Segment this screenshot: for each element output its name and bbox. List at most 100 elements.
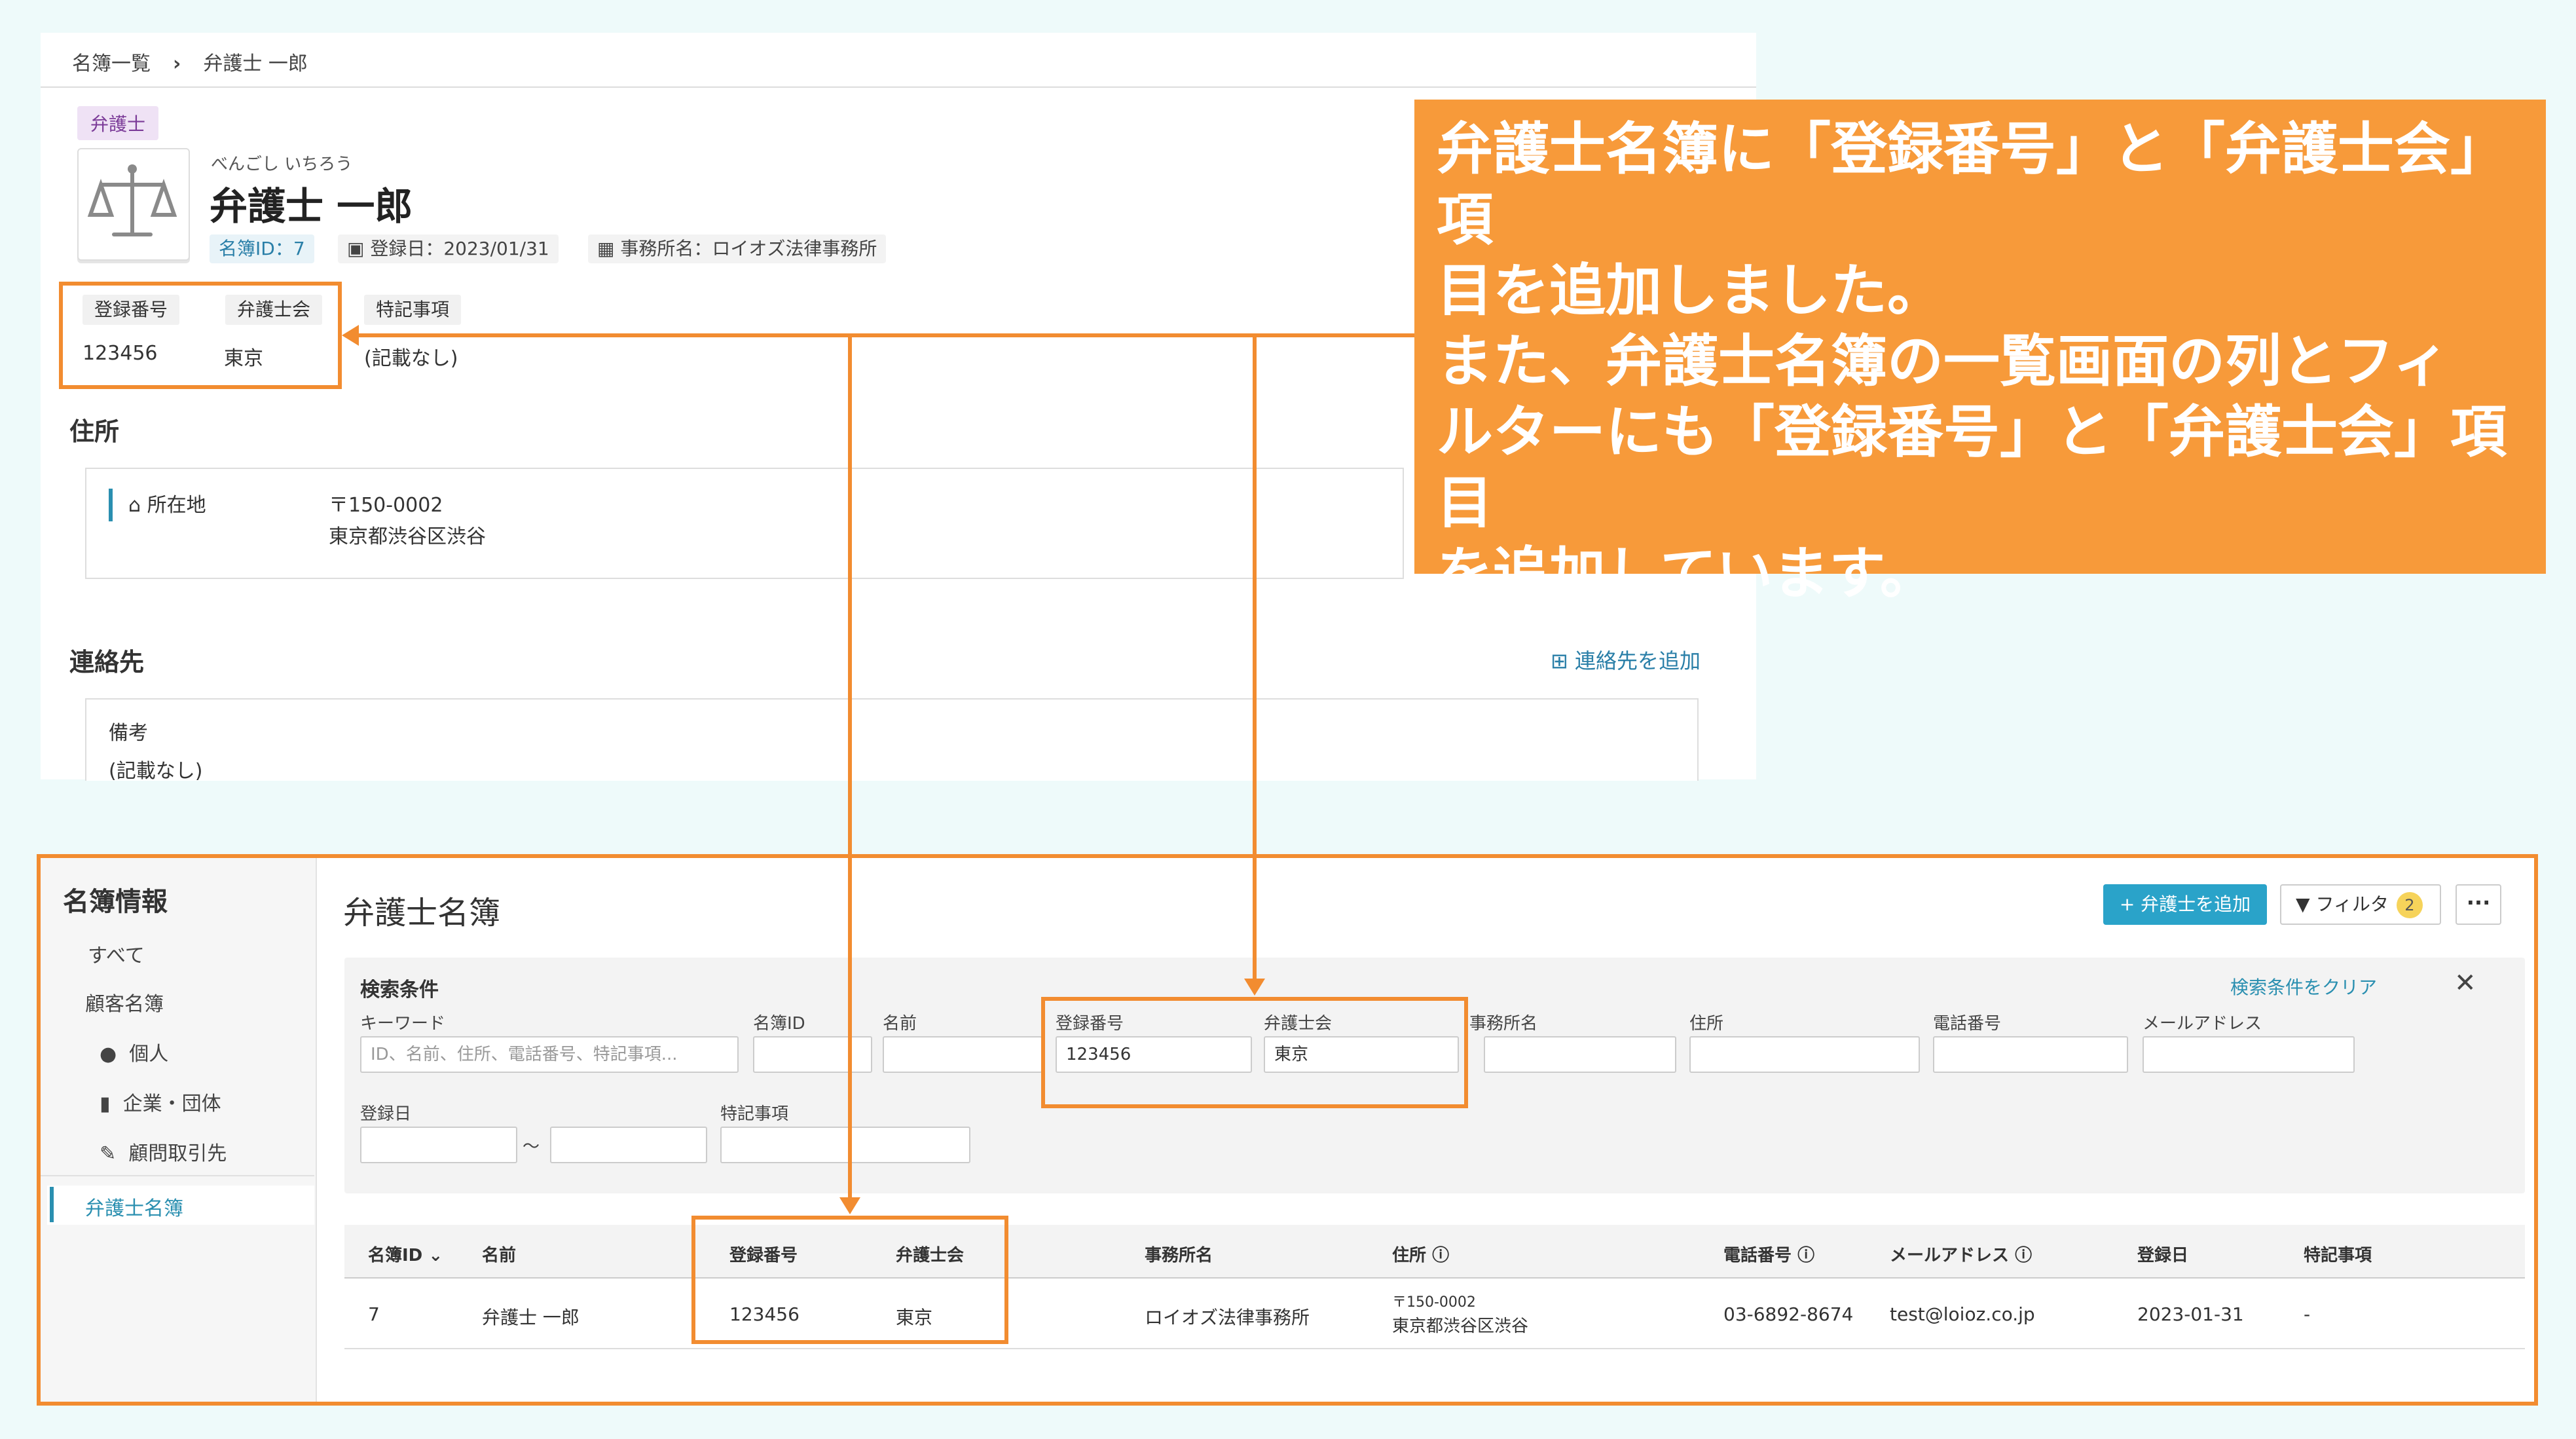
- address-filter-label: 住所: [1689, 1014, 1724, 1034]
- sidebar-divider: [41, 1175, 314, 1176]
- col-id-label: 名簿ID: [368, 1246, 423, 1265]
- sidebar-item-advisory-label: 顧問取引先: [128, 1142, 227, 1165]
- add-contact-label: 連絡先を追加: [1574, 648, 1701, 673]
- name-filter-label: 名前: [883, 1014, 917, 1034]
- id-chip: 名簿ID：7: [210, 234, 314, 263]
- col-id[interactable]: 名簿ID ⌄: [368, 1242, 443, 1266]
- col-email[interactable]: メールアドレス ⓘ: [1890, 1242, 2032, 1266]
- calendar-icon: ▣: [347, 238, 371, 259]
- phone-filter-label: 電話番号: [1933, 1014, 2002, 1034]
- row-divider: [344, 1348, 2525, 1349]
- row-phone: 03-6892-8674: [1723, 1303, 1854, 1325]
- sidebar-item-individual-label: 個人: [129, 1043, 169, 1066]
- arrow-line-to-table: [848, 335, 852, 1199]
- chevron-down-icon: ⌄: [422, 1246, 443, 1265]
- notes-filter-label: 特記事項: [720, 1104, 789, 1124]
- row-name[interactable]: 弁護士 一郎: [482, 1303, 580, 1330]
- col-address[interactable]: 住所 ⓘ: [1392, 1242, 1449, 1266]
- row-email[interactable]: test@loioz.co.jp: [1890, 1303, 2035, 1325]
- keyword-input[interactable]: ID、名前、住所、電話番号、特記事項...: [360, 1036, 739, 1073]
- breadcrumb: 名簿一覧 › 弁護士 一郎: [72, 47, 308, 76]
- breadcrumb-divider: [41, 86, 1756, 88]
- table-columns-highlight: [691, 1216, 1008, 1344]
- avatar: [77, 148, 190, 261]
- contact-section-title: 連絡先: [69, 648, 145, 677]
- lawyer-list-panel: 名簿情報 すべて 顧客名簿 ● 個人 ▮ 企業・団体 ✎ 顧問取引先 弁護士名簿…: [37, 854, 2538, 1406]
- notes-label: 特記事項: [364, 295, 462, 325]
- sidebar: 名簿情報 すべて 顧客名簿 ● 個人 ▮ 企業・団体 ✎ 顧問取引先 弁護士名簿: [41, 858, 317, 1402]
- notes-filter-input[interactable]: [720, 1127, 970, 1163]
- add-contact-link[interactable]: ⊞ 連絡先を追加: [1551, 645, 1701, 675]
- office-chip-text: 事務所名：ロイオズ法律事務所: [620, 238, 877, 259]
- help-circle-icon: ⓘ: [1426, 1246, 1450, 1265]
- sidebar-item-advisory[interactable]: ✎ 顧問取引先: [100, 1137, 227, 1166]
- sidebar-item-company-label: 企業・団体: [122, 1093, 221, 1115]
- row-office: ロイオズ法律事務所: [1145, 1307, 1310, 1328]
- phone-filter-input[interactable]: [1933, 1036, 2128, 1073]
- col-date[interactable]: 登録日: [2137, 1242, 2188, 1266]
- callout-line-1: 弁護士名簿に「登録番号」と「弁護士会」項: [1437, 117, 2507, 253]
- col-phone-label: 電話番号: [1723, 1246, 1792, 1265]
- office-chip: ▦ 事務所名：ロイオズ法律事務所: [588, 234, 887, 263]
- registered-chip: ▣ 登録日：2023/01/31: [338, 234, 559, 263]
- keyword-label: キーワード: [360, 1014, 446, 1034]
- sidebar-item-lawyers[interactable]: 弁護士名簿: [85, 1192, 183, 1221]
- date-to-input[interactable]: [550, 1127, 707, 1163]
- edit-doc-icon: ✎: [100, 1142, 129, 1165]
- date-filter-label: 登録日: [360, 1104, 412, 1124]
- email-filter-label: メールアドレス: [2143, 1014, 2262, 1034]
- id-filter-input[interactable]: [753, 1036, 872, 1073]
- col-phone[interactable]: 電話番号 ⓘ: [1723, 1242, 1814, 1266]
- home-icon: ⌂: [128, 494, 147, 517]
- address-filter-input[interactable]: [1689, 1036, 1920, 1073]
- address-box: ⌂ 所在地 〒150-0002 東京都渋谷区渋谷: [85, 468, 1404, 579]
- filter-count-badge: 2: [2396, 892, 2423, 918]
- email-filter-input[interactable]: [2143, 1036, 2355, 1073]
- search-title: 検索条件: [360, 979, 439, 1001]
- name-filter-input[interactable]: [883, 1036, 1042, 1073]
- col-notes[interactable]: 特記事項: [2304, 1242, 2372, 1266]
- col-office[interactable]: 事務所名: [1145, 1242, 1213, 1266]
- plus-square-icon: ⊞: [1551, 648, 1575, 673]
- person-icon: ●: [100, 1043, 130, 1066]
- breadcrumb-current: 弁護士 一郎: [203, 52, 308, 75]
- row-id: 7: [368, 1303, 380, 1325]
- callout-line-4: ルターにも「登録番号」と「弁護士会」項目: [1437, 400, 2507, 536]
- callout-line-5: を追加しています。: [1437, 541, 1936, 607]
- more-button[interactable]: ···: [2456, 884, 2501, 925]
- sidebar-item-all[interactable]: すべて: [88, 939, 145, 968]
- add-lawyer-button[interactable]: + 弁護士を追加: [2103, 884, 2267, 925]
- row-postal: 〒150-0002: [1392, 1294, 1476, 1311]
- name-kana: べんごし いちろう: [211, 155, 353, 174]
- memo-label: 備考: [109, 722, 148, 745]
- row-notes: -: [2304, 1303, 2311, 1325]
- office-filter-input[interactable]: [1484, 1036, 1676, 1073]
- category-tag: 弁護士: [77, 106, 159, 140]
- filter-icon: ▼: [2296, 893, 2316, 915]
- scales-icon: [87, 164, 177, 236]
- arrow-head-table: [839, 1197, 860, 1214]
- row-address: 東京都渋谷区渋谷: [1392, 1317, 1529, 1336]
- contact-box: 備考 (記載なし): [85, 698, 1699, 783]
- row-date: 2023-01-31: [2137, 1303, 2244, 1325]
- callout-line-2: 目を追加しました。: [1437, 258, 1943, 324]
- sidebar-item-company[interactable]: ▮ 企業・団体: [100, 1087, 221, 1116]
- col-email-label: メールアドレス: [1890, 1246, 2010, 1265]
- breadcrumb-root[interactable]: 名簿一覧: [72, 52, 151, 75]
- building-icon: ▦: [597, 238, 621, 259]
- sidebar-title: 名簿情報: [63, 887, 168, 917]
- arrow-line-to-filter: [1253, 335, 1257, 980]
- date-from-input[interactable]: [360, 1127, 517, 1163]
- lawyer-name: 弁護士 一郎: [210, 184, 413, 229]
- address-postal: 〒150-0002: [329, 494, 443, 517]
- help-circle-icon: ⓘ: [1792, 1246, 1815, 1265]
- sidebar-item-individual[interactable]: ● 個人: [100, 1037, 168, 1066]
- callout-line-3: また、弁護士名簿の一覧画面の列とフィ: [1437, 329, 2450, 394]
- close-icon[interactable]: ✕: [2454, 968, 2476, 998]
- sidebar-item-clients[interactable]: 顧客名簿: [85, 988, 164, 1017]
- filter-button[interactable]: ▼ フィルタ 2: [2280, 884, 2441, 925]
- col-name[interactable]: 名前: [482, 1242, 516, 1266]
- id-filter-label: 名簿ID: [753, 1014, 805, 1034]
- registered-chip-text: 登録日：2023/01/31: [370, 238, 549, 259]
- clear-search-link[interactable]: 検索条件をクリア: [2230, 973, 2377, 1000]
